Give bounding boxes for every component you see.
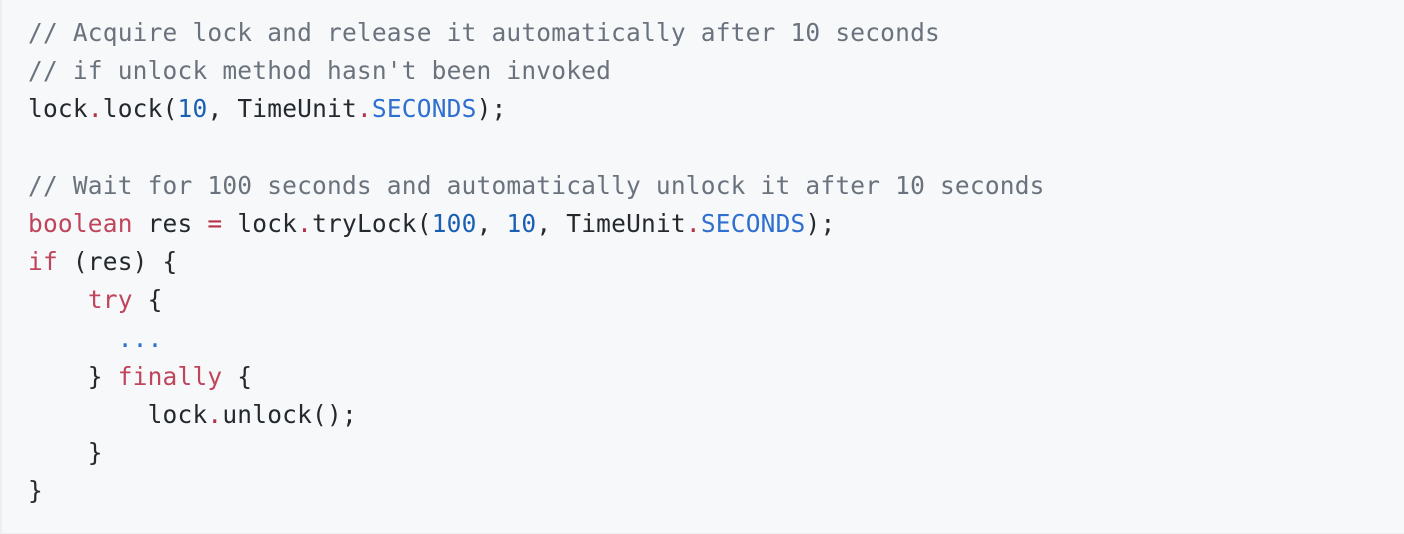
code-token-plain: lock — [28, 399, 208, 429]
code-token-plain: } — [28, 361, 118, 391]
code-token-dot: . — [207, 399, 223, 429]
code-token-plain: tryLock( — [312, 208, 432, 238]
code-token-plain: { — [132, 285, 163, 315]
code-line: lock.lock(10, TimeUnit.SECONDS); — [28, 90, 1404, 128]
code-token-const: SECONDS — [371, 94, 477, 124]
code-token-ellipsis: ... — [117, 323, 163, 353]
code-line: try { — [28, 281, 1404, 319]
code-line: } finally { — [28, 358, 1404, 396]
code-token-dot: . — [356, 94, 372, 124]
code-token-keyword: boolean — [28, 208, 133, 238]
code-token-plain: ); — [476, 94, 507, 124]
code-token-comment: // if unlock method hasn't been invoked — [28, 56, 612, 86]
code-token-plain: , — [476, 208, 507, 238]
code-token-comment: // Wait for 100 seconds and automaticall… — [28, 170, 1045, 200]
code-token-plain: lock — [28, 94, 88, 124]
code-token-dot: . — [685, 208, 701, 238]
code-token-plain: } — [28, 476, 43, 506]
code-line: ​ — [28, 129, 1404, 167]
code-line: // if unlock method hasn't been invoked — [28, 52, 1404, 90]
code-line: boolean res = lock.tryLock(100, 10, Time… — [28, 205, 1404, 243]
code-token-dot: . — [87, 94, 103, 124]
code-line: ... — [28, 320, 1404, 358]
code-token-plain: lock( — [102, 94, 178, 124]
code-token-number: 100 — [431, 208, 477, 238]
code-line: // Wait for 100 seconds and automaticall… — [28, 167, 1404, 205]
code-token-plain: ); — [805, 208, 836, 238]
code-token-keyword: finally — [117, 361, 223, 391]
code-token-dot: . — [297, 208, 313, 238]
code-token-plain: (res) { — [57, 247, 178, 277]
code-token-plain: unlock(); — [222, 399, 357, 429]
code-token-comment: // Acquire lock and release it automatic… — [28, 18, 940, 47]
code-token-plain: } — [28, 438, 103, 468]
code-line: } — [28, 472, 1404, 510]
code-token-plain: , TimeUnit — [536, 208, 686, 238]
code-content[interactable]: // Acquire lock and release it automatic… — [2, 14, 1404, 510]
code-line: // Acquire lock and release it automatic… — [28, 14, 1404, 52]
code-token-keyword: if — [28, 247, 58, 277]
code-token-op: = — [207, 208, 223, 238]
code-block: // Acquire lock and release it automatic… — [0, 0, 1404, 534]
code-line: } — [28, 434, 1404, 472]
code-line: if (res) { — [28, 243, 1404, 281]
code-token-plain: lock — [222, 208, 298, 238]
code-token-number: 10 — [506, 208, 537, 238]
code-token-const: SECONDS — [700, 208, 806, 238]
code-token-plain: { — [222, 361, 253, 391]
code-token-plain: , TimeUnit — [207, 94, 357, 124]
code-token-keyword: try — [87, 285, 133, 315]
code-line: lock.unlock(); — [28, 396, 1404, 434]
code-token-number: 10 — [177, 94, 208, 124]
code-token-plain: res — [132, 208, 208, 238]
